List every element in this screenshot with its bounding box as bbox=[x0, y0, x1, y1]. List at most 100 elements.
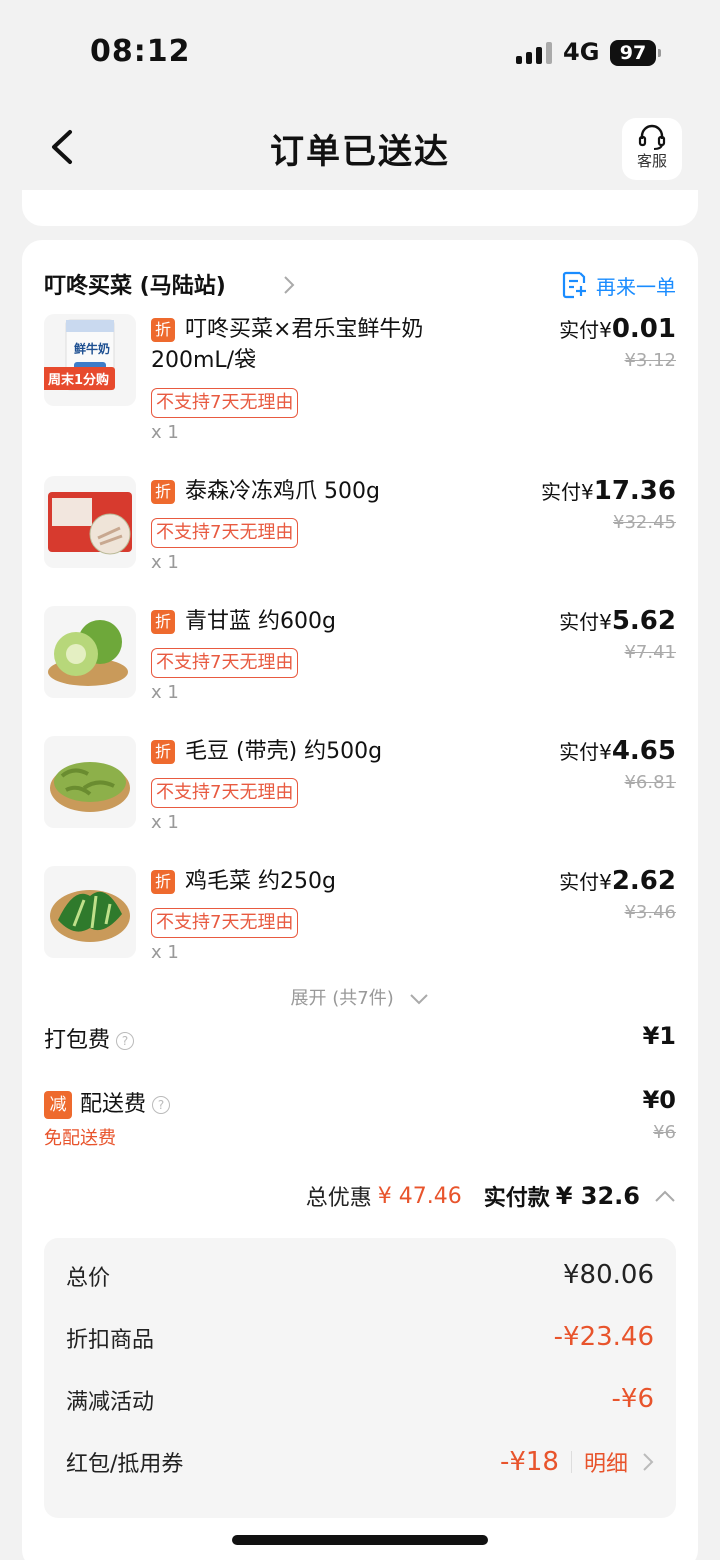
paid-label: 实付¥ bbox=[559, 740, 612, 764]
chevron-up-icon[interactable] bbox=[654, 1189, 676, 1203]
delivery-fee-text: 配送费 bbox=[80, 1092, 147, 1117]
delivery-fee-value: ¥0 bbox=[642, 1086, 676, 1114]
customer-service-label: 客服 bbox=[636, 152, 667, 170]
expand-label: 展开 (共7件) bbox=[290, 988, 394, 1009]
coupon-value: -¥18 bbox=[499, 1447, 559, 1477]
packing-fee-label: 打包费? bbox=[44, 1022, 135, 1054]
paid-price: 实付¥4.65 bbox=[559, 736, 676, 766]
divider bbox=[570, 1451, 572, 1473]
paid-label: 实付¥ bbox=[559, 318, 612, 342]
product-image-cabbage bbox=[44, 606, 136, 698]
packing-fee-value: ¥1 bbox=[642, 1022, 676, 1050]
coupon-row[interactable]: 红包/抵用券 -¥18 明细 bbox=[66, 1446, 654, 1486]
paid-label: 实付¥ bbox=[541, 480, 594, 504]
order-item[interactable]: 折 鸡毛菜 约250g 不支持7天无理由 x 1 实付¥2.62 ¥3.46 bbox=[44, 866, 676, 996]
product-image-greens bbox=[44, 866, 136, 958]
total-price-row: 总价 ¥80.06 bbox=[66, 1260, 654, 1300]
status-time: 08:12 bbox=[90, 34, 191, 69]
discount-badge: 折 bbox=[151, 610, 175, 634]
order-card: 叮咚买菜 (马陆站) 再来一单 鲜牛奶 周末1分购 折 叮咚买菜×君乐宝鲜牛奶2… bbox=[22, 240, 698, 1560]
return-policy-tag: 不支持7天无理由 bbox=[151, 388, 299, 418]
store-row: 叮咚买菜 (马陆站) 再来一单 bbox=[44, 268, 676, 302]
promo-badge: 周末1分购 bbox=[44, 367, 116, 390]
chevron-right-icon bbox=[643, 1453, 654, 1471]
paid-amount: 4.65 bbox=[611, 736, 676, 766]
page-title: 订单已送达 bbox=[270, 132, 450, 172]
total-discount-label: 总优惠 bbox=[305, 1186, 372, 1211]
delivery-fee-row: 减配送费? 免配送费 ¥0 ¥6 bbox=[44, 1086, 676, 1166]
discount-goods-value: -¥23.46 bbox=[553, 1322, 654, 1352]
battery-icon: 97 bbox=[610, 40, 661, 66]
totals-row[interactable]: 总优惠 ¥ 47.46 实付款 ¥ 32.6 bbox=[306, 1176, 676, 1216]
item-quantity: x 1 bbox=[151, 422, 179, 443]
return-policy-tag: 不支持7天无理由 bbox=[151, 778, 299, 808]
reduction-badge: 减 bbox=[44, 1091, 72, 1119]
original-price: ¥7.41 bbox=[624, 642, 676, 663]
discount-badge: 折 bbox=[151, 870, 175, 894]
discount-goods-row: 折扣商品 -¥23.46 bbox=[66, 1322, 654, 1362]
network-type: 4G bbox=[563, 38, 600, 66]
original-price: ¥3.12 bbox=[624, 350, 676, 371]
paid-price: 实付¥2.62 bbox=[559, 866, 676, 896]
reorder-button[interactable]: 再来一单 bbox=[562, 268, 676, 302]
amount-paid-label: 实付款 bbox=[483, 1186, 550, 1211]
previous-section-card bbox=[22, 190, 698, 226]
nav-bar: 订单已送达 客服 bbox=[0, 100, 720, 190]
home-indicator[interactable] bbox=[232, 1535, 488, 1545]
amount-paid-value: ¥ 32.6 bbox=[555, 1182, 640, 1210]
help-icon[interactable]: ? bbox=[152, 1096, 171, 1114]
total-discount-value: ¥ 47.46 bbox=[377, 1183, 462, 1209]
delivery-fee-label: 减配送费? bbox=[44, 1086, 171, 1119]
detail-label: 明细 bbox=[583, 1452, 628, 1477]
item-name: 青甘蓝 约600g bbox=[185, 609, 336, 634]
original-price: ¥32.45 bbox=[613, 512, 676, 533]
coupon-label: 红包/抵用券 bbox=[66, 1452, 184, 1477]
cellular-signal-icon bbox=[516, 42, 552, 64]
customer-service-button[interactable]: 客服 bbox=[622, 118, 682, 180]
total-price-label: 总价 bbox=[66, 1266, 111, 1291]
discount-badge: 折 bbox=[151, 740, 175, 764]
paid-amount: 17.36 bbox=[593, 476, 676, 506]
item-quantity: x 1 bbox=[151, 682, 179, 703]
item-quantity: x 1 bbox=[151, 942, 179, 963]
reorder-label: 再来一单 bbox=[596, 274, 676, 299]
packing-fee-row: 打包费? ¥1 bbox=[44, 1022, 676, 1062]
item-name: 毛豆 (带壳) 约500g bbox=[185, 739, 383, 764]
paid-amount: 0.01 bbox=[611, 314, 676, 344]
free-delivery-note: 免配送费 bbox=[44, 1128, 116, 1149]
chevron-right-icon[interactable] bbox=[282, 274, 296, 296]
product-image-milk: 鲜牛奶 周末1分购 bbox=[44, 314, 136, 406]
discount-goods-label: 折扣商品 bbox=[66, 1328, 155, 1353]
coupon-detail-link[interactable]: -¥18 明细 bbox=[500, 1446, 654, 1478]
product-image-chicken-feet bbox=[44, 476, 136, 568]
item-name: 鸡毛菜 约250g bbox=[185, 869, 336, 894]
return-policy-tag: 不支持7天无理由 bbox=[151, 908, 299, 938]
paid-label: 实付¥ bbox=[559, 870, 612, 894]
return-policy-tag: 不支持7天无理由 bbox=[151, 648, 299, 678]
product-image-edamame bbox=[44, 736, 136, 828]
paid-price: 实付¥0.01 bbox=[559, 314, 676, 344]
original-price: ¥3.46 bbox=[624, 902, 676, 923]
paid-amount: 5.62 bbox=[611, 606, 676, 636]
chevron-down-icon bbox=[410, 994, 429, 1005]
item-quantity: x 1 bbox=[151, 812, 179, 833]
order-item[interactable]: 折 毛豆 (带壳) 约500g 不支持7天无理由 x 1 实付¥4.65 ¥6.… bbox=[44, 736, 676, 866]
paid-amount: 2.62 bbox=[611, 866, 676, 896]
item-name: 叮咚买菜×君乐宝鲜牛奶200mL/袋 bbox=[151, 317, 424, 373]
headset-icon bbox=[638, 124, 666, 150]
paid-label: 实付¥ bbox=[559, 610, 612, 634]
original-price: ¥6.81 bbox=[624, 772, 676, 793]
order-item[interactable]: 鲜牛奶 周末1分购 折 叮咚买菜×君乐宝鲜牛奶200mL/袋 不支持7天无理由 … bbox=[44, 314, 676, 444]
delivery-fee-original: ¥6 bbox=[653, 1122, 676, 1143]
return-policy-tag: 不支持7天无理由 bbox=[151, 518, 299, 548]
full-reduction-row: 满减活动 -¥6 bbox=[66, 1384, 654, 1424]
help-icon[interactable]: ? bbox=[116, 1032, 135, 1050]
pack-label: 鲜牛奶 bbox=[74, 342, 111, 356]
full-reduction-label: 满减活动 bbox=[66, 1390, 155, 1415]
store-name[interactable]: 叮咚买菜 (马陆站) bbox=[44, 268, 226, 300]
paid-price: 实付¥5.62 bbox=[559, 606, 676, 636]
order-item[interactable]: 折 青甘蓝 约600g 不支持7天无理由 x 1 实付¥5.62 ¥7.41 bbox=[44, 606, 676, 736]
expand-items-button[interactable]: 展开 (共7件) bbox=[22, 984, 698, 1010]
order-item[interactable]: 折 泰森冷冻鸡爪 500g 不支持7天无理由 x 1 实付¥17.36 ¥32.… bbox=[44, 476, 676, 606]
total-price-value: ¥80.06 bbox=[563, 1260, 654, 1290]
